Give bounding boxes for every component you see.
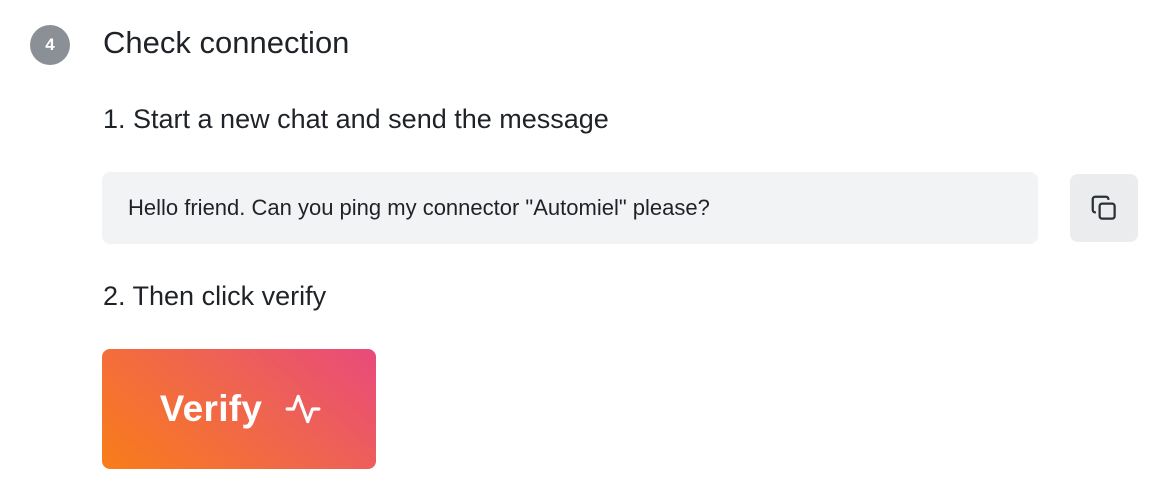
step-number-badge: 4 [30, 25, 70, 65]
instruction-click-verify: 2. Then click verify [103, 281, 327, 311]
verify-button-label: Verify [159, 388, 263, 429]
step-title: Check connection [103, 25, 350, 60]
message-code-block: Hello friend. Can you ping my connector … [102, 172, 1038, 244]
verify-button[interactable]: Verify [102, 349, 376, 469]
copy-icon [1089, 193, 1119, 223]
check-connection-step: 4 Check connection 1. Start a new chat a… [0, 0, 1168, 502]
message-text: Hello friend. Can you ping my connector … [128, 195, 710, 220]
instruction-send-message: 1. Start a new chat and send the message [103, 104, 609, 134]
copy-message-button[interactable] [1070, 174, 1138, 242]
activity-pulse-icon [284, 390, 322, 428]
